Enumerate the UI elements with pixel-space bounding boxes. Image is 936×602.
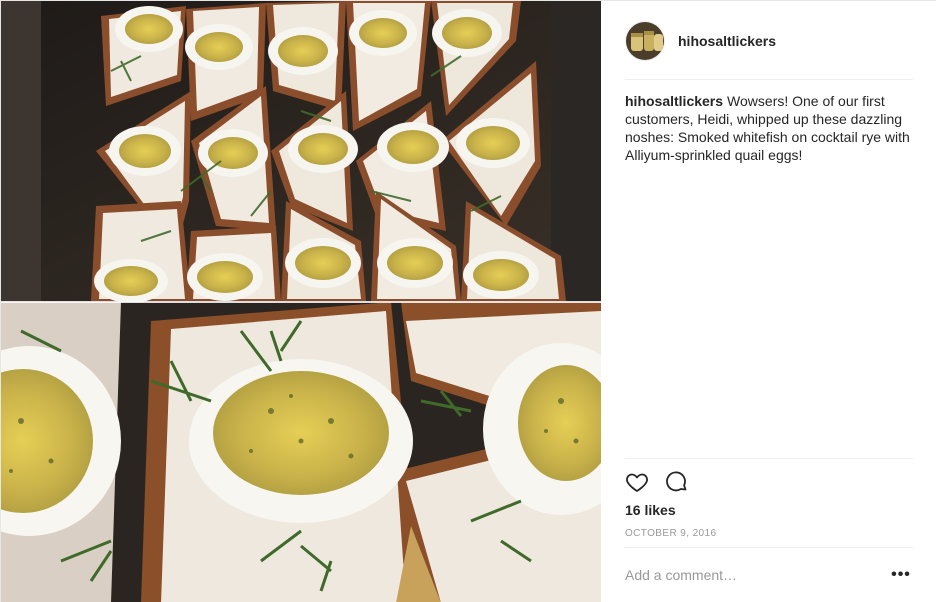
caption: hihosaltlickers Wowsers! One of our first… bbox=[625, 92, 915, 164]
comment-button[interactable] bbox=[665, 470, 689, 494]
username-link[interactable]: hihosaltlickers bbox=[678, 33, 776, 49]
post-side-panel: hihosaltlickers hihosaltlickers Wowsers! … bbox=[601, 1, 936, 602]
caption-username-link[interactable]: hihosaltlickers bbox=[625, 93, 723, 109]
post-photo[interactable] bbox=[1, 1, 601, 602]
comment-row: ••• bbox=[625, 559, 913, 591]
comment-input[interactable] bbox=[625, 567, 889, 583]
heart-icon bbox=[626, 473, 648, 492]
instagram-post: hihosaltlickers hihosaltlickers Wowsers! … bbox=[0, 0, 936, 602]
avatar[interactable] bbox=[625, 21, 665, 61]
post-header: hihosaltlickers bbox=[625, 21, 913, 61]
comment-bubble-icon bbox=[666, 471, 687, 492]
more-options-icon[interactable]: ••• bbox=[889, 563, 913, 587]
divider bbox=[625, 458, 913, 459]
likes-count[interactable]: 16 likes bbox=[625, 502, 676, 518]
post-actions bbox=[625, 469, 689, 495]
divider bbox=[625, 547, 913, 548]
avatar-image bbox=[626, 22, 664, 60]
divider bbox=[625, 79, 913, 80]
post-date: OCTOBER 9, 2016 bbox=[625, 528, 717, 539]
like-button[interactable] bbox=[625, 470, 649, 494]
food-photo-image bbox=[1, 1, 601, 602]
